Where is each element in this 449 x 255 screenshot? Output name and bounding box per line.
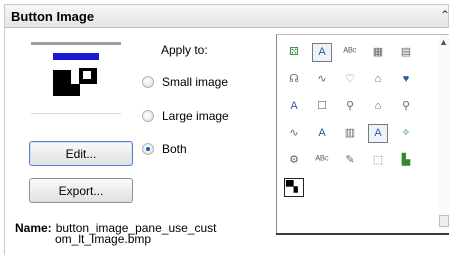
gallery-cell[interactable]: ⚲ — [336, 93, 364, 120]
gallery-bottom-divider — [276, 233, 449, 235]
gallery-cell[interactable]: A — [308, 120, 336, 147]
gallery-cell[interactable]: ▤ — [392, 39, 420, 66]
gallery-cell[interactable]: ▥ — [336, 120, 364, 147]
scroll-thumb[interactable] — [439, 215, 449, 227]
gallery-cell[interactable]: ♥ — [392, 66, 420, 93]
gallery-cell[interactable]: A — [280, 93, 308, 120]
speech-bubble-icon[interactable]: ☐ — [312, 97, 332, 116]
chat-bubbles-icon[interactable]: ⌂ — [368, 97, 388, 116]
text-format-icon[interactable]: A — [312, 124, 332, 143]
export-button[interactable]: Export... — [29, 178, 133, 203]
magic-wand-icon[interactable]: ✧ — [396, 124, 416, 143]
waveform-icon[interactable]: ∿ — [312, 70, 332, 89]
radio-label: Both — [162, 142, 187, 156]
radio-both[interactable]: Both — [142, 141, 187, 157]
button-image-pane: Button Image ⌃ Apply to: Small image Lar… — [0, 0, 449, 255]
pane-title-bar[interactable]: Button Image ⌃ — [4, 4, 449, 28]
gallery-cell[interactable]: ∿ — [280, 120, 308, 147]
image-preview — [31, 42, 121, 114]
text-box-a-icon[interactable]: A — [312, 43, 332, 62]
radio-button[interactable] — [142, 110, 154, 122]
gallery-cell[interactable]: ✧ — [392, 120, 420, 147]
radio-button[interactable] — [142, 76, 154, 88]
pane-title: Button Image — [11, 9, 95, 24]
scroll-up-icon[interactable]: ▲ — [439, 37, 448, 47]
gallery-cell[interactable]: ⌂ — [364, 66, 392, 93]
heart-callout-icon[interactable]: ♡ — [340, 70, 360, 89]
gallery-cell[interactable]: ▀▖ — [280, 174, 308, 201]
edit-button[interactable]: Edit... — [29, 141, 133, 166]
radio-large-image[interactable]: Large image — [142, 108, 229, 124]
table-icon[interactable]: ▦ — [368, 43, 388, 62]
gallery-scrollbar[interactable]: ▲ — [439, 35, 449, 235]
selection-cursor-icon[interactable]: ⬚ — [368, 151, 388, 170]
gallery-cell[interactable]: ⬚ — [364, 147, 392, 174]
tools-icon[interactable]: ⚙ — [284, 151, 304, 170]
gallery-cell[interactable]: ☐ — [308, 93, 336, 120]
gallery-cell[interactable]: ⚙ — [280, 147, 308, 174]
gallery-cell[interactable]: ᴬᴮᶜ — [308, 147, 336, 174]
abc-check-icon[interactable]: ᴬᴮᶜ — [312, 151, 332, 170]
text-frame-icon[interactable]: A — [368, 124, 388, 143]
gallery-cell[interactable]: ᴬᴮᶜ — [336, 39, 364, 66]
gallery-cell[interactable]: ☊ — [280, 66, 308, 93]
link-bubble-icon[interactable]: ⚲ — [396, 97, 416, 116]
apply-to-label: Apply to: — [161, 43, 208, 57]
gallery-cell[interactable]: ▙ — [392, 147, 420, 174]
green-chart-icon[interactable]: ▙ — [396, 151, 416, 170]
gallery-cell[interactable]: ∿ — [308, 66, 336, 93]
gallery-cell[interactable]: ♡ — [336, 66, 364, 93]
document-text-icon[interactable]: ▥ — [340, 124, 360, 143]
icon-gallery: ⚄ Aᴬᴮᶜ ▦ ▤ ☊ ∿ ♡ ⌂ ♥ A ☐ ⚲ ⌂ ⚲ ∿ A ▥ A ✧ ⚙ ᴬᴮᶜ ✎ ⬚ ▙ ▀▖ ▲ — [276, 34, 449, 235]
radio-button[interactable] — [142, 143, 154, 155]
radio-small-image[interactable]: Small image — [142, 74, 228, 90]
name-value-line2: om_lt_Image.bmp — [55, 232, 152, 246]
puzzle-icon[interactable]: ⚄ — [284, 43, 304, 62]
gallery-cell[interactable]: A — [308, 39, 336, 66]
double-chevron-icon[interactable]: ⌃ — [440, 8, 449, 22]
icon-grid: ⚄ Aᴬᴮᶜ ▦ ▤ ☊ ∿ ♡ ⌂ ♥ A ☐ ⚲ ⌂ ⚲ ∿ A ▥ A ✧ ⚙ ᴬᴮᶜ ✎ ⬚ ▙ ▀▖ — [280, 39, 420, 201]
image-name: Name: button_image_pane_use_cust om_lt_Im… — [15, 221, 270, 246]
speech-shape-icon[interactable]: ⌂ — [368, 70, 388, 89]
text-a-underline-icon[interactable]: A — [284, 97, 304, 116]
callout-shape-icon[interactable]: ☊ — [284, 70, 304, 89]
name-label: Name: — [15, 221, 52, 235]
gallery-cell[interactable]: ⌂ — [364, 93, 392, 120]
gallery-cell[interactable]: A — [364, 120, 392, 147]
abc-spell-icon[interactable]: ᴬᴮᶜ — [340, 43, 360, 62]
pulse-line-icon[interactable]: ∿ — [284, 124, 304, 143]
button-image-preview-icon — [53, 53, 99, 103]
search-bubble-icon[interactable]: ⚲ — [340, 97, 360, 116]
radio-label: Small image — [162, 75, 229, 89]
gallery-cell[interactable]: ✎ — [336, 147, 364, 174]
form-icon[interactable]: ▤ — [396, 43, 416, 62]
radio-label: Large image — [162, 109, 229, 123]
gallery-cell[interactable]: ⚄ — [280, 39, 308, 66]
button-image-selected-icon[interactable]: ▀▖ — [284, 178, 304, 197]
gallery-cell[interactable]: ⚲ — [392, 93, 420, 120]
hand-document-icon[interactable]: ✎ — [340, 151, 360, 170]
gallery-cell[interactable]: ▦ — [364, 39, 392, 66]
heart-badge-icon[interactable]: ♥ — [396, 70, 416, 89]
